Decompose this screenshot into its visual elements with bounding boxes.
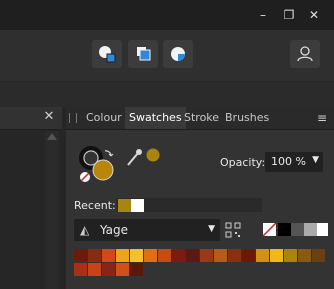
left-panel-scrollbar[interactable] <box>45 131 59 289</box>
chevron-down-icon: ▼ <box>312 155 319 165</box>
scroll-up-arrow-icon[interactable] <box>47 133 57 140</box>
recent-swatch[interactable] <box>118 199 131 212</box>
shapes-icon <box>99 46 116 63</box>
color-swatch[interactable] <box>186 249 199 262</box>
color-swatch[interactable] <box>88 249 101 262</box>
swatch-white[interactable] <box>317 223 328 236</box>
color-swatch[interactable] <box>200 249 213 262</box>
pie-shape-icon <box>171 47 185 61</box>
tab-brushes[interactable]: Brushes <box>225 107 269 129</box>
recent-swatch[interactable] <box>131 199 144 212</box>
swatch-black[interactable] <box>278 223 291 236</box>
color-swatch[interactable] <box>74 263 87 276</box>
color-swatch[interactable] <box>172 249 185 262</box>
fill-color-well[interactable] <box>92 159 114 181</box>
color-swatch[interactable] <box>74 249 87 262</box>
opacity-dropdown[interactable]: 100 % ▼ <box>265 152 323 172</box>
recent-label: Recent: <box>74 199 116 212</box>
color-swatch[interactable] <box>242 249 255 262</box>
color-swatch[interactable] <box>228 249 241 262</box>
eyedropper-icon[interactable] <box>127 152 139 166</box>
tab-colour[interactable]: Colour <box>86 107 122 129</box>
color-swatch[interactable] <box>270 249 283 262</box>
pie-shape-button[interactable] <box>163 40 193 68</box>
swatch-none[interactable] <box>263 223 276 236</box>
palette-dropdown[interactable]: ◭ Yage ▼ <box>74 219 220 241</box>
color-swatch[interactable] <box>312 249 325 262</box>
swatch-grid <box>74 249 325 277</box>
eyedropper-sample-swatch <box>146 148 160 162</box>
shapes-layered-icon <box>137 47 151 61</box>
swatch-dark-gray[interactable] <box>291 223 304 236</box>
tab-swatches[interactable]: Swatches <box>125 107 186 129</box>
palette-type-icon: ◭ <box>80 223 90 237</box>
restore-button[interactable]: ❐ <box>282 8 296 22</box>
palette-options-icon[interactable] <box>225 222 241 238</box>
color-swatch[interactable] <box>116 263 129 276</box>
fill-stroke-selector[interactable] <box>78 145 120 185</box>
panel-grip-handle[interactable] <box>69 113 77 123</box>
color-swatch[interactable] <box>116 249 129 262</box>
minimize-button[interactable]: – <box>256 8 270 22</box>
color-swatch[interactable] <box>284 249 297 262</box>
color-swatch[interactable] <box>214 249 227 262</box>
shapes-layered-button[interactable] <box>128 40 158 68</box>
palette-name: Yage <box>100 223 129 237</box>
opacity-value: 100 % <box>271 155 306 168</box>
color-swatch[interactable] <box>88 263 101 276</box>
color-swatch[interactable] <box>130 249 143 262</box>
tab-stroke[interactable]: Stroke <box>184 107 219 129</box>
color-swatch[interactable] <box>130 263 143 276</box>
eyedropper-tool[interactable] <box>126 145 162 167</box>
color-swatch[interactable] <box>158 249 171 262</box>
user-account-button[interactable] <box>290 40 320 68</box>
color-swatch[interactable] <box>144 249 157 262</box>
color-swatch[interactable] <box>298 249 311 262</box>
shapes-button[interactable] <box>92 40 122 68</box>
panel-menu-button[interactable]: ≡ <box>315 111 329 125</box>
left-panel-close-button[interactable]: ✕ <box>42 110 56 124</box>
color-swatch[interactable] <box>102 263 115 276</box>
color-swatch[interactable] <box>102 249 115 262</box>
close-window-button[interactable]: ✕ <box>307 8 321 22</box>
user-icon <box>297 46 313 62</box>
swatch-light-gray[interactable] <box>304 223 317 236</box>
color-swatch[interactable] <box>256 249 269 262</box>
chevron-down-icon: ▼ <box>208 224 215 234</box>
opacity-label: Opacity: <box>220 156 266 169</box>
